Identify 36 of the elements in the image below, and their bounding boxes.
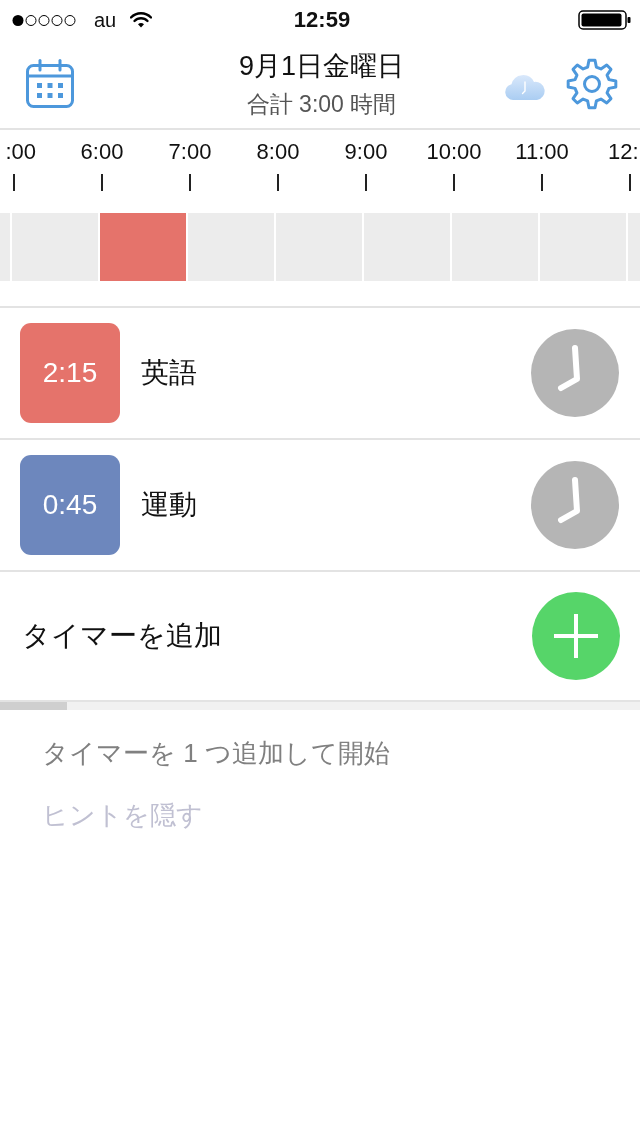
clock-icon[interactable] — [531, 461, 619, 549]
tick-mark — [365, 174, 367, 191]
hour-label: 11:00 — [515, 138, 569, 166]
hour-label: 9:00 — [344, 138, 388, 166]
status-time: 12:59 — [293, 7, 351, 33]
timer-name: 英語 — [141, 356, 198, 390]
hour-label: 12: — [608, 138, 639, 166]
settings-icon[interactable] — [566, 58, 618, 110]
hour-label: 7:00 — [168, 138, 212, 166]
tick-mark — [13, 174, 15, 191]
tick-mark — [541, 174, 543, 191]
hide-hint-link[interactable]: ヒントを隠す — [42, 798, 203, 832]
cloud-clock-icon[interactable] — [504, 74, 546, 100]
timer-duration: 0:45 — [20, 455, 120, 555]
hour-label: 8:00 — [256, 138, 300, 166]
total-hours-subtitle: 合計 3:00 時間 — [246, 90, 397, 119]
timer-duration: 2:15 — [20, 323, 120, 423]
calendar-icon[interactable] — [25, 59, 75, 109]
wifi-icon — [130, 12, 153, 28]
add-timer-label: タイマーを追加 — [22, 619, 223, 653]
tick-mark — [629, 174, 631, 191]
tick-mark — [189, 174, 191, 191]
tick-mark — [277, 174, 279, 191]
signal-strength-icon — [12, 13, 78, 27]
timer-name: 運動 — [141, 488, 198, 522]
battery-icon — [578, 10, 632, 30]
hour-label: 6:00 — [80, 138, 124, 166]
hour-label: 10:00 — [426, 138, 482, 166]
tick-mark — [101, 174, 103, 191]
date-title: 9月1日金曜日 — [238, 50, 404, 83]
add-icon[interactable] — [532, 592, 620, 680]
carrier-label: au — [94, 8, 117, 32]
hour-label: :00 — [5, 138, 36, 166]
clock-icon[interactable] — [531, 329, 619, 417]
tick-mark — [453, 174, 455, 191]
hint-text: タイマーを 1 つ追加して開始 — [42, 737, 390, 770]
